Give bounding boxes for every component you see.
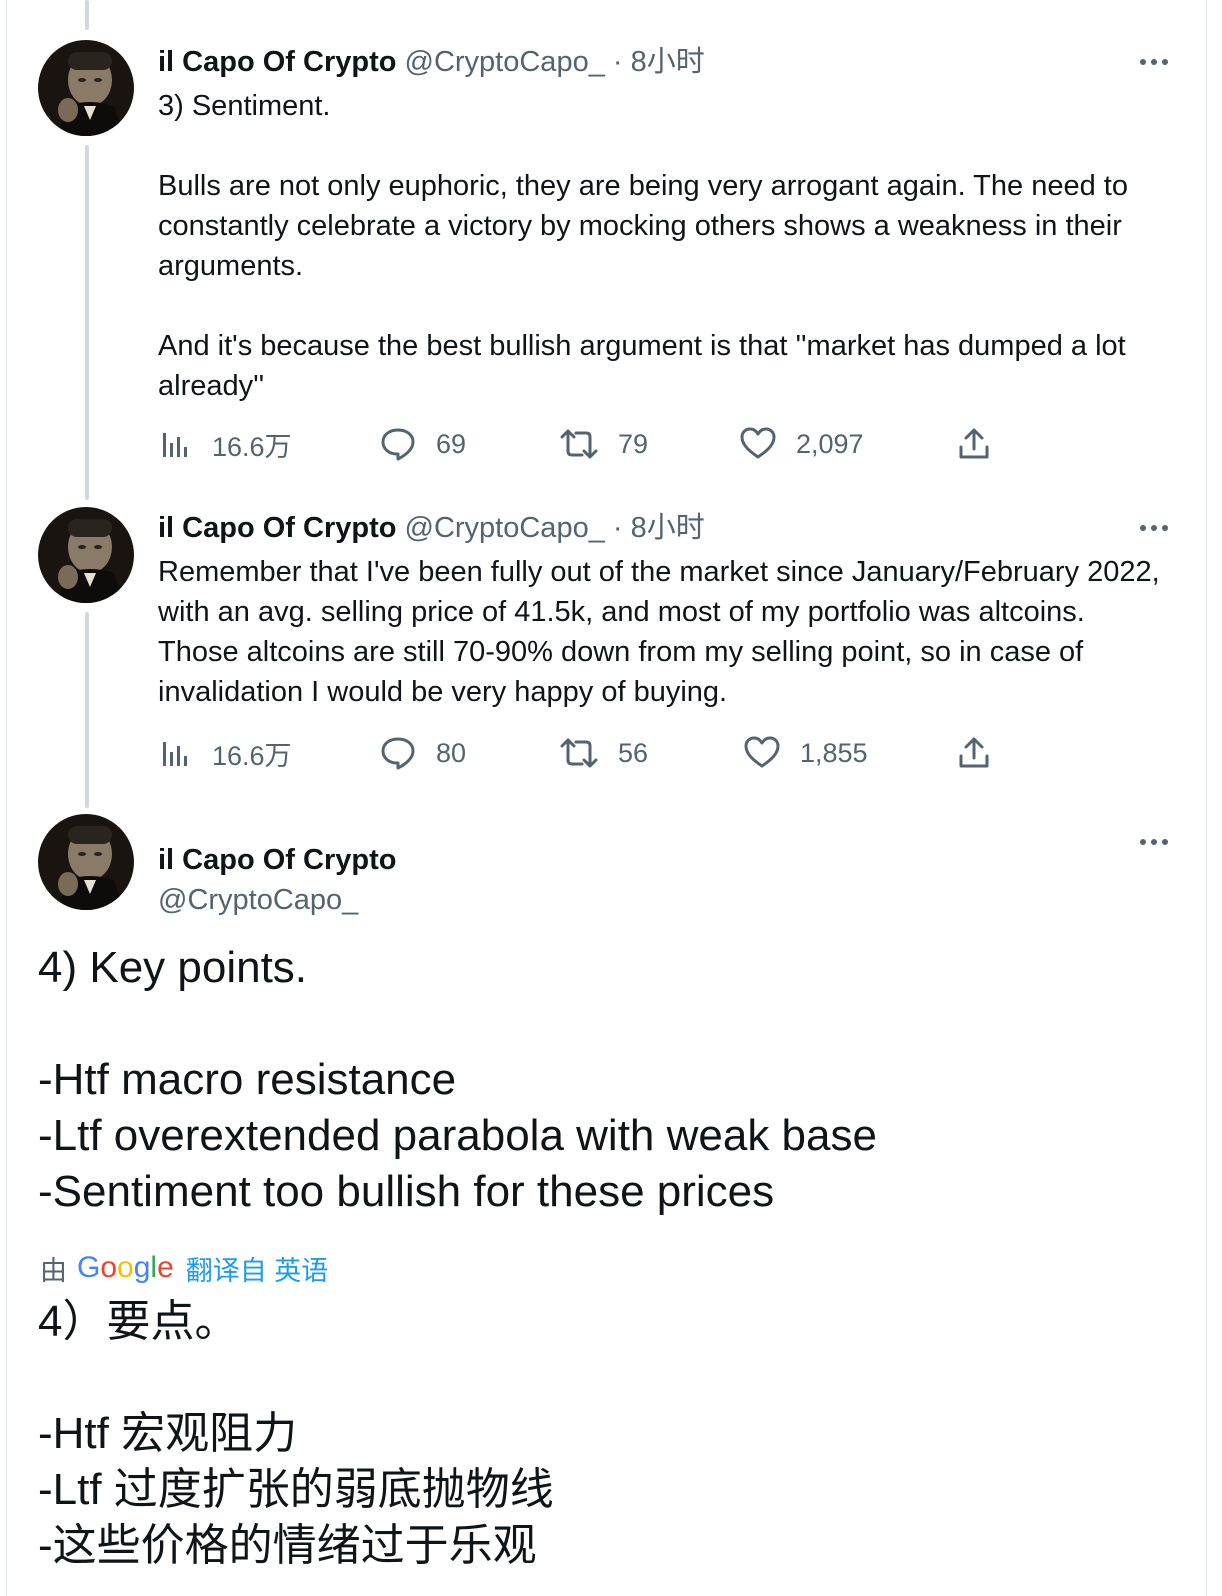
retweet-button[interactable]: 56 [560,733,648,773]
separator-dot: · [612,46,623,78]
reply-count: 80 [436,737,467,768]
author-handle[interactable]: @CryptoCapo_ [405,46,605,78]
heart-icon [740,427,776,459]
more-dots-icon[interactable] [1140,518,1176,538]
heart-icon [744,736,780,768]
views-button[interactable]: 16.6万 [158,733,292,773]
views-chart-icon [163,742,187,766]
thread-line-1 [85,145,89,500]
share-button[interactable] [958,424,990,464]
translated-from-link[interactable]: 翻译自 英语 [186,1249,329,1288]
google-logo: Google [77,1251,174,1284]
tweet-actions: 16.6万 80 56 1,855 [158,733,1058,773]
retweet-count: 79 [618,428,649,459]
tweet-text: 3) Sentiment. Bulls are not only euphori… [158,90,1128,402]
reply-bubble-icon [381,428,415,461]
tweet-text: Remember that I've been fully out of the… [158,556,1168,708]
views-button[interactable]: 16.6万 [158,424,292,464]
avatar-portrait-icon [38,40,134,136]
avatar-portrait-icon [38,507,134,603]
share-upload-icon [959,428,989,459]
tweet-header: il Capo Of Crypto @CryptoCapo_ · 8小时 [158,510,705,546]
like-count: 1,855 [800,737,868,768]
translated-text: 4）要点。 -Htf 宏观阻力 -Ltf 过度扩张的弱底抛物线 -这些价格的情绪… [38,1297,554,1570]
avatar-portrait-icon [38,814,134,910]
avatar[interactable] [38,507,134,603]
main-tweet-text: 4) Key points. -Htf macro resistance -Lt… [38,943,877,1216]
reply-bubble-icon [381,737,415,770]
author-handle[interactable]: @CryptoCapo_ [405,512,605,544]
translation-by-label: 由 [40,1255,67,1286]
views-count: 16.6万 [212,431,292,462]
retweet-arrows-icon [560,429,598,459]
tweet-actions: 16.6万 69 79 2,097 [158,424,1058,464]
reply-button[interactable]: 69 [380,424,466,464]
timestamp[interactable]: 8小时 [631,46,705,78]
tweet-thread-page: il Capo Of Crypto @CryptoCapo_ · 8小时 3) … [0,0,1222,1596]
column-border-right [1206,0,1207,1596]
author-handle[interactable]: @CryptoCapo_ [158,882,358,918]
retweet-arrows-icon [560,738,598,768]
avatar[interactable] [38,814,134,910]
avatar[interactable] [38,40,134,136]
reply-button[interactable]: 80 [380,733,466,773]
timestamp[interactable]: 8小时 [631,512,705,544]
like-button[interactable]: 2,097 [740,424,864,464]
more-dots-icon[interactable] [1140,52,1176,72]
retweet-button[interactable]: 79 [560,424,648,464]
column-border-left [6,0,7,1596]
views-count: 16.6万 [212,740,292,771]
tweet-header: il Capo Of Crypto @CryptoCapo_ · 8小时 [158,44,705,80]
more-dots-icon[interactable] [1140,832,1176,852]
share-button[interactable] [958,733,990,773]
separator-dot: · [612,512,623,544]
reply-count: 69 [436,428,467,459]
thread-line-2 [85,612,89,808]
share-upload-icon [959,737,989,768]
author-name[interactable]: il Capo Of Crypto [158,46,396,78]
like-button[interactable]: 1,855 [744,733,868,773]
like-count: 2,097 [796,428,864,459]
translation-attribution: 由 Google 翻译自 英语 [40,1250,328,1286]
views-chart-icon [163,433,187,457]
author-name[interactable]: il Capo Of Crypto [158,512,396,544]
author-name[interactable]: il Capo Of Crypto [158,842,396,878]
retweet-count: 56 [618,737,649,768]
thread-line-top [85,0,89,30]
